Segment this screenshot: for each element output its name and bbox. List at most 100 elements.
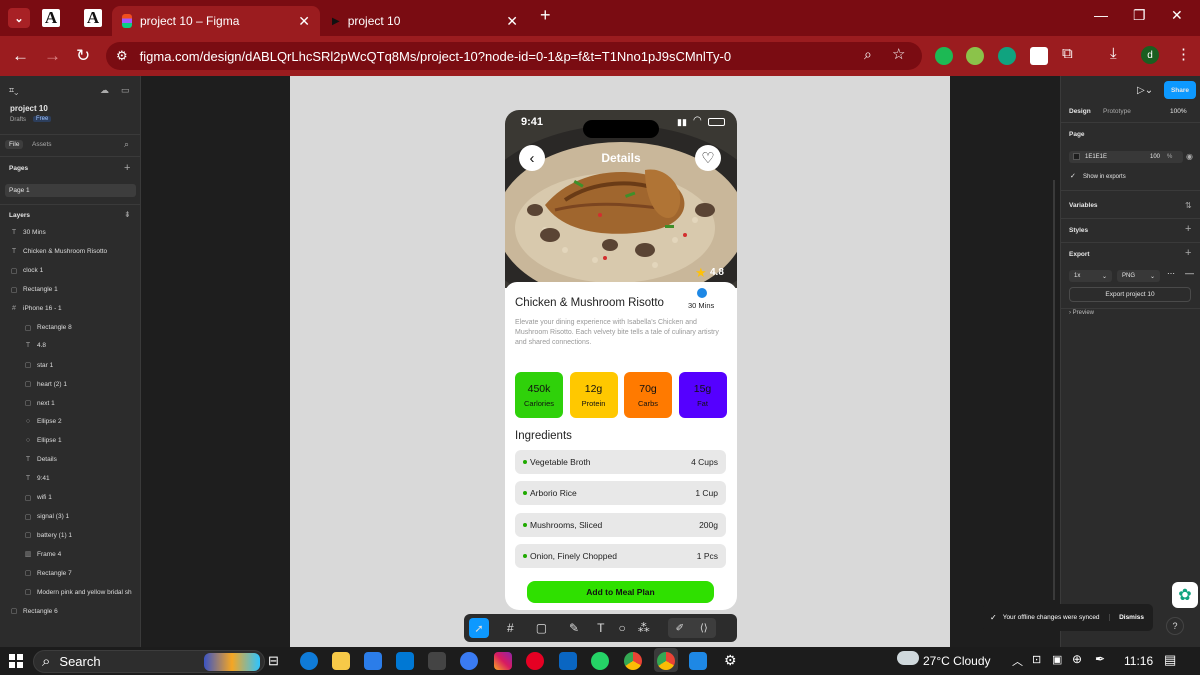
extension-green-icon[interactable] — [935, 47, 953, 65]
add-to-meal-plan-button[interactable]: Add to Meal Plan — [527, 581, 714, 603]
notifications-icon[interactable]: ▤ — [1164, 652, 1176, 668]
tab-figma[interactable]: project 10 – Figma ✕ — [112, 6, 320, 36]
rectangle-tool-icon[interactable]: ▢ — [536, 621, 547, 635]
project-name[interactable]: project 10 — [10, 104, 48, 113]
tray-chevron-icon[interactable]: ︿ — [1012, 653, 1023, 669]
export-button[interactable]: Export project 10 — [1069, 287, 1191, 302]
language-globe-icon[interactable]: ⊕ — [1072, 652, 1082, 666]
site-info-icon[interactable]: ⚙ — [116, 48, 128, 64]
tray-meet-icon[interactable]: ▣ — [1052, 653, 1062, 666]
layer-item[interactable]: ▢ battery (1) 1 — [23, 531, 72, 540]
app-a2-icon[interactable]: A — [84, 8, 102, 27]
clock-time[interactable]: 11:16 — [1124, 654, 1153, 668]
restore-icon[interactable]: ❐ — [1133, 7, 1146, 24]
whatsapp-icon[interactable] — [591, 652, 609, 670]
chrome-active-icon[interactable] — [657, 652, 675, 670]
tab-assets[interactable]: Assets — [32, 141, 52, 148]
extension-x-icon[interactable] — [1030, 47, 1048, 65]
code-icon[interactable]: ⟨⟩ — [700, 623, 708, 634]
photos-icon[interactable] — [689, 652, 707, 670]
layer-item[interactable]: ▥ Frame 4 — [23, 550, 62, 559]
draw-icon[interactable]: ✐ — [676, 623, 684, 634]
layers-collapse-icon[interactable]: ⇟ — [124, 210, 131, 219]
add-style-icon[interactable]: + — [1185, 223, 1191, 235]
chrome-icon[interactable] — [624, 652, 642, 670]
layer-item[interactable]: ▢ signal (3) 1 — [23, 513, 69, 521]
menu-dots-icon[interactable]: ⋮ — [1176, 45, 1191, 63]
profile-avatar[interactable]: d — [1141, 46, 1159, 64]
new-tab-icon[interactable]: + — [540, 5, 551, 26]
bg-swatch[interactable] — [1073, 153, 1080, 160]
address-bar[interactable]: ⚙ figma.com/design/dABLQrLhcSRl2pWcQTq8M… — [106, 42, 922, 70]
outlook-icon[interactable] — [396, 652, 414, 670]
extension-chatgpt-icon[interactable] — [998, 47, 1016, 65]
layer-item[interactable]: ▢ Modern pink and yellow bridal sh — [23, 588, 132, 597]
help-icon[interactable]: ? — [1166, 617, 1184, 635]
frame-tool-icon[interactable]: # — [507, 621, 514, 635]
layer-item[interactable]: ▢ heart (2) 1 — [23, 380, 67, 389]
layer-item[interactable]: ▢ Rectangle 6 — [9, 607, 58, 616]
add-page-icon[interactable]: + — [124, 162, 130, 174]
close-icon[interactable]: ✕ — [506, 13, 518, 30]
close-window-icon[interactable]: ✕ — [1171, 7, 1183, 24]
checkbox-icon[interactable]: ✓ — [1070, 172, 1076, 180]
weather-text[interactable]: 27°C Cloudy — [923, 654, 991, 668]
layer-item[interactable]: ▢ clock 1 — [9, 267, 44, 275]
present-icon[interactable]: ▷⌄ — [1137, 85, 1153, 96]
pen-tool-icon[interactable]: ✎ — [569, 621, 579, 635]
tab-search-icon[interactable]: ⌄ — [8, 8, 30, 28]
zoom-level[interactable]: 100% — [1170, 108, 1187, 115]
move-tool-icon[interactable]: ➚ — [469, 618, 489, 638]
settings-gear-icon[interactable]: ⚙ — [724, 652, 737, 669]
layer-item[interactable]: # iPhone 16 - 1 — [9, 305, 62, 312]
forward-icon[interactable]: → — [44, 46, 61, 66]
store-icon[interactable] — [364, 652, 382, 670]
format-select[interactable]: PNG ⌄ — [1117, 270, 1160, 282]
pen-icon[interactable]: ✒ — [1095, 652, 1105, 666]
scale-select[interactable]: 1x ⌄ — [1069, 270, 1112, 282]
file-explorer-icon[interactable] — [332, 652, 350, 670]
close-icon[interactable]: ✕ — [298, 13, 310, 30]
preview-toggle[interactable]: › Preview — [1069, 310, 1094, 316]
app-icon[interactable] — [428, 652, 446, 670]
task-view-icon[interactable]: ⊟ — [268, 653, 279, 669]
edge-icon[interactable] — [300, 652, 318, 670]
layer-item[interactable]: T 30 Mins — [9, 229, 46, 236]
remove-export-icon[interactable]: — — [1185, 268, 1194, 278]
back-icon[interactable]: ← — [12, 46, 29, 66]
layer-item[interactable]: ▢ star 1 — [23, 361, 54, 370]
extension-bulb-icon[interactable] — [966, 47, 984, 65]
layer-item[interactable]: ▢ Rectangle 1 — [9, 286, 58, 294]
page-item-1[interactable]: Page 1 — [5, 184, 136, 197]
chatgpt-widget-icon[interactable]: ✿ — [1172, 582, 1198, 608]
app-circle-icon[interactable] — [460, 652, 478, 670]
layer-item[interactable]: T 4.8 — [23, 342, 46, 349]
dismiss-button[interactable]: Dismiss — [1109, 614, 1144, 621]
tab-prototype[interactable]: Prototype — [1103, 108, 1131, 115]
app-a-icon[interactable]: A — [42, 8, 60, 27]
reload-icon[interactable]: ↻ — [76, 46, 90, 66]
variables-icon[interactable]: ⇅ — [1185, 201, 1192, 210]
heart-icon[interactable]: ♡ — [695, 145, 721, 171]
zoom-icon[interactable]: ⌕ — [864, 46, 872, 63]
download-icon[interactable]: ⤓ — [1110, 45, 1117, 62]
comment-tool-icon[interactable]: ○ — [618, 621, 625, 635]
dev-mode-toggle[interactable]: ✐ ⟨⟩ — [667, 618, 716, 638]
layer-item[interactable]: ○ Ellipse 1 — [23, 437, 62, 444]
search-icon[interactable]: ⌕ — [124, 139, 129, 150]
taskbar-search[interactable]: ⌕ Search — [33, 650, 265, 673]
layer-item[interactable]: ▢ next 1 — [23, 399, 55, 408]
minimize-icon[interactable]: — — [1094, 7, 1108, 23]
figma-menu-icon[interactable]: ⌗⌄ — [9, 85, 18, 96]
export-options-icon[interactable]: ⋯ — [1167, 269, 1175, 278]
tab-project[interactable]: ▶ project 10 ✕ — [322, 6, 528, 36]
bg-hex[interactable]: 1E1E1E — [1085, 154, 1107, 160]
iphone-frame[interactable]: 9:41 ▮▮ ◠ ‹ Details ♡ ★ 4.8 Chicken & Mu… — [505, 110, 737, 610]
layer-item[interactable]: ▢ Rectangle 8 — [23, 324, 72, 332]
windows-start-icon[interactable] — [9, 654, 23, 668]
extensions-puzzle-icon[interactable]: ⧉ — [1062, 45, 1073, 62]
canvas-scrollbar[interactable] — [1053, 180, 1055, 600]
panel-toggle-icon[interactable]: ▭ — [121, 85, 130, 96]
instagram-icon[interactable] — [494, 652, 512, 670]
layer-item[interactable]: ▢ wifi 1 — [23, 494, 52, 502]
